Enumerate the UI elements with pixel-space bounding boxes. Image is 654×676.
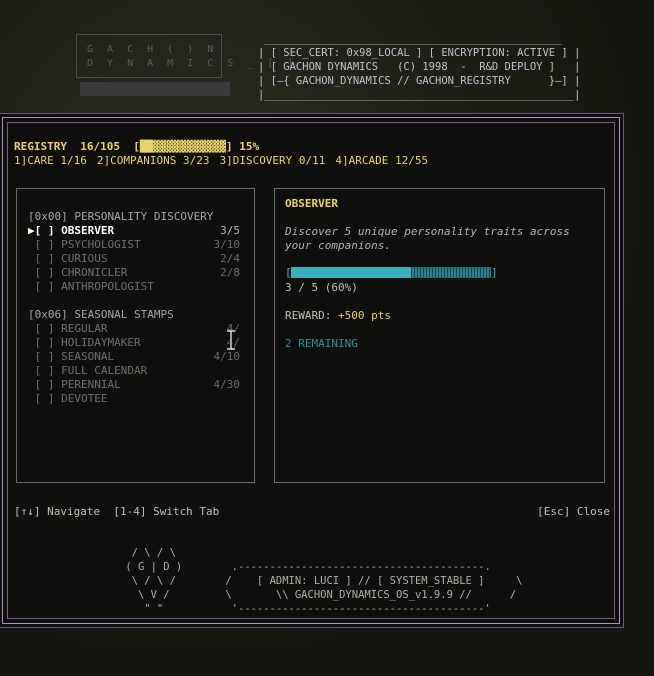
list-item-psychologist[interactable]: [ ] PSYCHOLOGIST 3/10 (28, 238, 240, 252)
list-item-perennial[interactable]: [ ] PERENNIAL 4/30 (28, 378, 240, 392)
list-item-count: 4/10 (213, 350, 241, 363)
detail-title: OBSERVER (285, 197, 338, 210)
list-item-curious[interactable]: [ ] CURIOUS 2/4 (28, 252, 240, 266)
tab-care[interactable]: 1]CARE 1/16 (14, 154, 87, 167)
list-item-label: [ ] PERENNIAL (28, 378, 121, 391)
group-title-seasonal: [0x06] SEASONAL STAMPS (28, 308, 174, 321)
list-item-devotee[interactable]: [ ] DEVOTEE (28, 392, 240, 406)
detail-description: Discover 5 unique personality traits acr… (285, 225, 570, 252)
list-item-seasonal[interactable]: [ ] SEASONAL 4/10 (28, 350, 240, 364)
list-item-count: 3/5 (220, 224, 240, 237)
detail-reward-label: REWARD: (285, 309, 338, 322)
detail-progress-fill (291, 267, 411, 278)
list-item-label: [ ] CURIOUS (28, 252, 108, 265)
detail-reward-value: +500 pts (337, 309, 391, 322)
registry-progress-bar: ██▓▓▓▓▓▓▓▓▓▓▓ (139, 140, 226, 153)
admin-status-art: .---------------------------------------… (225, 561, 523, 615)
detail-progress-text: 3 / 5 (60%) (285, 281, 358, 294)
tab-discovery[interactable]: 3]DISCOVERY 0/11 (219, 154, 325, 167)
list-item-count: 3/10 (213, 238, 241, 251)
list-item-holidaymaker[interactable]: [ ] HOLIDAYMAKER 4/ (28, 336, 240, 350)
list-item-label: [ ] HOLIDAYMAKER (28, 336, 141, 349)
registry-count: 16/105 (80, 140, 120, 153)
list-item-count: 4/30 (213, 378, 241, 391)
background-strip (0, 648, 654, 676)
background-header-banner: ________________________________________… (258, 33, 581, 101)
tab-arcade[interactable]: 4]ARCADE 12/55 (335, 154, 428, 167)
detail-remaining: 2 REMAINING (285, 337, 358, 350)
list-item-count: 2/4 (220, 252, 240, 265)
group-title-personality: [0x00] PERSONALITY DISCOVERY (28, 210, 214, 223)
registry-percent: 15% (239, 140, 260, 153)
gd-emblem-art: / \ / \ ( G | D ) \ / \ / \ V / " " (125, 547, 183, 615)
background-logo: G A C H ( ) N D Y N A M I C S _ [ ] (76, 34, 293, 78)
detail-progress-bar: [ ] (285, 266, 498, 279)
background-logo-shadow (80, 82, 230, 96)
registry-summary: REGISTRY 16/105 [██▓▓▓▓▓▓▓▓▓▓▓] 15% (14, 140, 259, 153)
list-item-chronicler[interactable]: [ ] CHRONICLER 2/8 (28, 266, 240, 280)
detail-bar-close: ] (491, 266, 498, 279)
list-item-observer[interactable]: ▶[ ] OBSERVER 3/5 (28, 224, 240, 238)
text-cursor-icon (227, 330, 235, 350)
achievement-detail-panel: OBSERVER Discover 5 unique personality t… (274, 188, 605, 483)
footer-navigation-hint: [↑↓] Navigate [1-4] Switch Tab (14, 505, 220, 518)
detail-reward: REWARD: +500 pts (285, 309, 391, 322)
list-item-label: [ ] REGULAR (28, 322, 108, 335)
registry-bar-close: ] (225, 140, 233, 153)
list-item-label: [ ] PSYCHOLOGIST (28, 238, 141, 251)
registry-label: REGISTRY (14, 140, 67, 153)
list-item-anthropologist[interactable]: [ ] ANTHROPOLOGIST (28, 280, 240, 294)
list-item-full-calendar[interactable]: [ ] FULL CALENDAR (28, 364, 240, 378)
list-item-label: [ ] SEASONAL (28, 350, 115, 363)
tab-bar: 1]CARE 1/16 2]COMPANIONS 3/23 3]DISCOVERY … (14, 154, 438, 167)
list-item-label: [ ] ANTHROPOLOGIST (28, 280, 154, 293)
close-button[interactable]: [Esc] Close (537, 505, 610, 518)
tab-companions[interactable]: 2]COMPANIONS 3/23 (97, 154, 210, 167)
list-item-label: [ ] CHRONICLER (28, 266, 128, 279)
list-item-label: [ ] FULL CALENDAR (28, 364, 148, 377)
registry-bar-open: [ (133, 140, 140, 153)
list-item-regular[interactable]: [ ] REGULAR 4/ (28, 322, 240, 336)
list-item-label: ▶[ ] OBSERVER (28, 224, 115, 237)
achievement-list-panel: [0x00] PERSONALITY DISCOVERY ▶[ ] OBSERV… (16, 188, 255, 483)
list-item-count: 2/8 (220, 266, 240, 279)
registry-modal: REGISTRY 16/105 [██▓▓▓▓▓▓▓▓▓▓▓] 15% 1]CA… (2, 117, 620, 624)
list-item-label: [ ] DEVOTEE (28, 392, 108, 405)
